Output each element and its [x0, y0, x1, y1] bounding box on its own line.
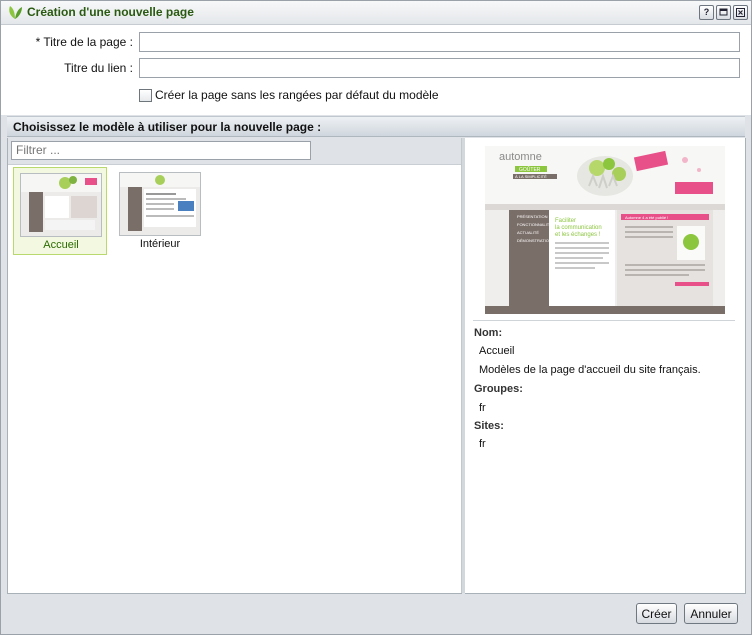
no-default-rows-label[interactable]: Créer la page sans les rangées par défau…	[155, 88, 439, 102]
preview-sidebar-title: Automne 4 a été publié !	[625, 215, 668, 220]
template-item-interieur[interactable]: Intérieur	[113, 167, 207, 255]
template-details-panel: automne GOÛTER À LA SIMPLICITÉ PRÉSENTAT…	[465, 138, 746, 594]
groups-label: Groupes:	[474, 383, 523, 395]
close-icon	[736, 8, 745, 17]
filter-input[interactable]	[11, 141, 311, 160]
template-list-panel: Accueil Intérieur	[7, 138, 462, 594]
leaf-logo-icon	[9, 6, 22, 19]
description-value: Modèles de la page d'accueil du site fra…	[479, 364, 701, 376]
template-thumbnail	[20, 173, 102, 237]
template-name: Intérieur	[139, 238, 181, 250]
interieur-thumbnail-image	[120, 173, 200, 235]
no-default-rows-checkbox[interactable]	[139, 89, 152, 102]
page-form: * Titre de la page : Titre du lien : Cré…	[1, 25, 751, 115]
preview-slogan: À LA SIMPLICITÉ	[515, 174, 547, 179]
help-button[interactable]: ?	[699, 5, 714, 20]
preview-nav-3: ACTUALITÉ	[517, 230, 539, 235]
dialog-window: Création d'une nouvelle page ? * Titre d…	[0, 0, 752, 635]
page-title-input[interactable]	[139, 32, 740, 52]
template-preview: automne GOÛTER À LA SIMPLICITÉ PRÉSENTAT…	[485, 146, 725, 314]
template-item-accueil[interactable]: Accueil	[13, 167, 107, 255]
create-button[interactable]: Créer	[636, 603, 677, 624]
preview-slogan-badge: GOÛTER	[519, 166, 541, 173]
preview-nav-1: PRÉSENTATION	[517, 214, 548, 219]
maximize-button[interactable]	[716, 5, 731, 20]
filter-toolbar	[8, 138, 462, 165]
page-title-label: * Titre de la page :	[35, 35, 133, 49]
window-title: Création d'une nouvelle page	[27, 5, 194, 19]
details-separator	[473, 320, 735, 321]
template-section-header: Choisissez le modèle à utiliser pour la …	[7, 116, 745, 137]
close-button[interactable]	[733, 5, 748, 20]
link-title-input[interactable]	[139, 58, 740, 78]
name-value: Accueil	[479, 345, 515, 357]
sites-label: Sites:	[474, 420, 504, 432]
template-thumbnail	[119, 172, 201, 236]
template-preview-image: automne GOÛTER À LA SIMPLICITÉ PRÉSENTAT…	[485, 146, 725, 314]
accueil-thumbnail-image	[21, 174, 101, 236]
dialog-footer: Créer Annuler	[1, 594, 751, 634]
preview-nav-4: DÉMONSTRATION	[517, 238, 552, 243]
link-title-label: Titre du lien :	[64, 61, 133, 75]
groups-value: fr	[479, 402, 486, 414]
title-bar[interactable]: Création d'une nouvelle page ?	[1, 1, 751, 25]
sites-value: fr	[479, 438, 486, 450]
maximize-icon	[719, 8, 728, 16]
template-name: Accueil	[43, 239, 79, 251]
preview-brand: automne	[499, 151, 542, 163]
name-label: Nom:	[474, 327, 503, 339]
cancel-button[interactable]: Annuler	[684, 603, 738, 624]
